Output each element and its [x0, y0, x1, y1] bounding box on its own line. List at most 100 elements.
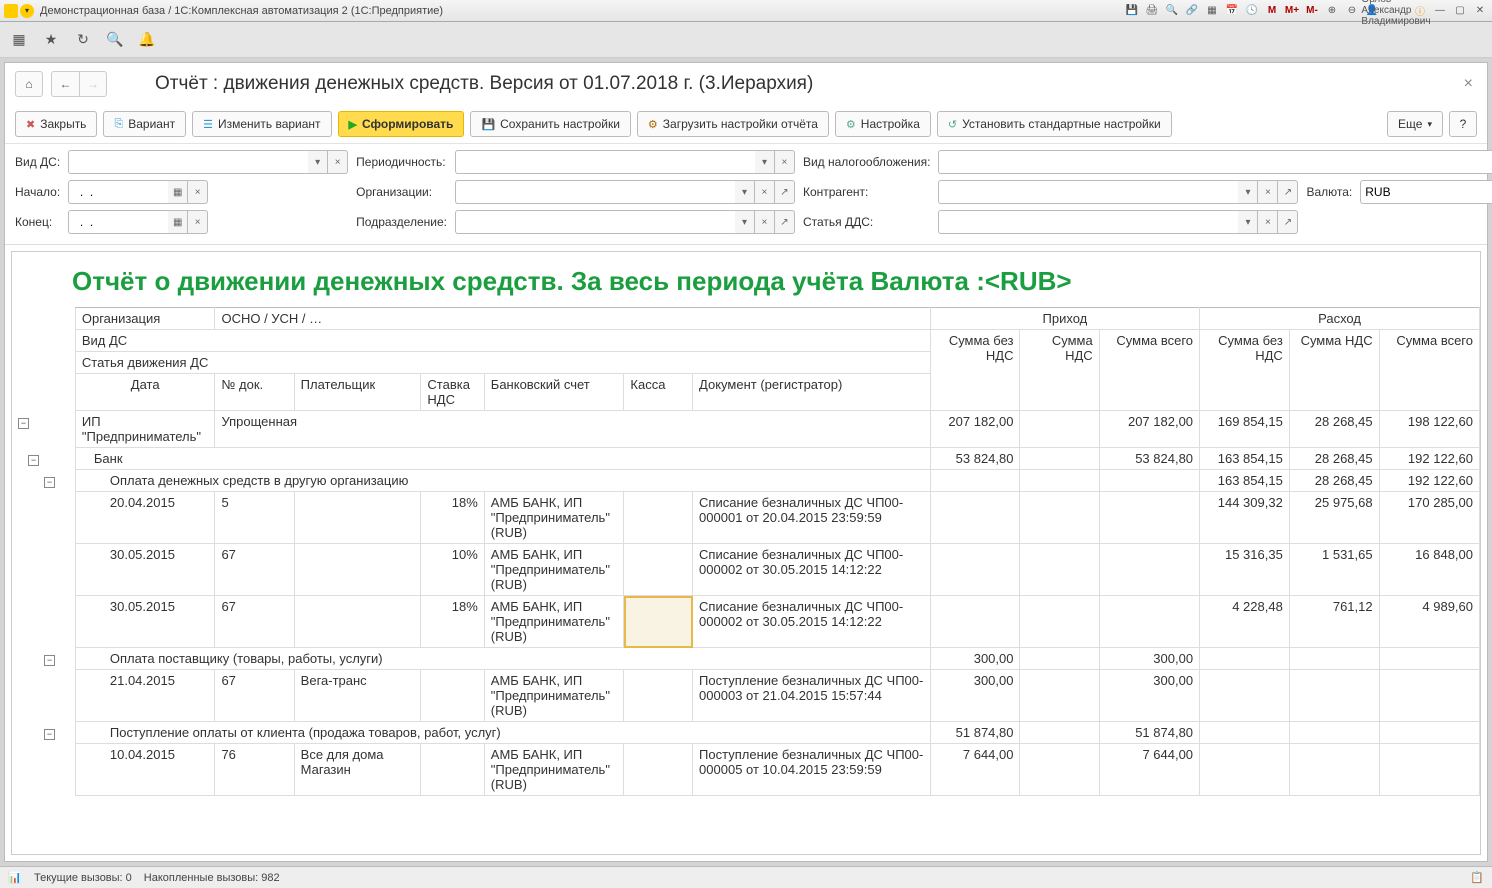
table-row[interactable]: 10.04.201576Все для дома Магазин АМБ БАН…: [12, 744, 1480, 796]
vid-ds-input[interactable]: [68, 150, 308, 174]
star-icon[interactable]: ★: [42, 31, 60, 49]
table-row[interactable]: 30.05.20156718% АМБ БАНК, ИП "Предприним…: [12, 596, 1480, 648]
division-open[interactable]: ↗: [775, 210, 795, 234]
link-icon[interactable]: 🔗: [1184, 3, 1200, 19]
title-dropdown-icon[interactable]: ▾: [20, 4, 34, 18]
table-row[interactable]: − Банк 53 824,8053 824,80 163 854,1528 2…: [12, 448, 1480, 470]
m-plus-icon[interactable]: M+: [1284, 3, 1300, 19]
table-row[interactable]: − Оплата поставщику (товары, работы, усл…: [12, 648, 1480, 670]
col-ex-novat: Сумма без НДС: [1200, 330, 1290, 411]
m-minus-icon[interactable]: M-: [1304, 3, 1320, 19]
forward-button[interactable]: →: [79, 71, 107, 97]
print-icon[interactable]: 🖨: [1144, 3, 1160, 19]
tree-toggle[interactable]: −: [44, 477, 55, 488]
tree-toggle[interactable]: −: [28, 455, 39, 466]
col-in-vat: Сумма НДС: [1020, 330, 1099, 411]
vid-ds-clear[interactable]: ×: [328, 150, 348, 174]
home-button[interactable]: ⌂: [15, 71, 43, 97]
contragent-input[interactable]: [938, 180, 1238, 204]
tree-toggle[interactable]: −: [44, 655, 55, 666]
app-icon: [4, 4, 18, 18]
variant-label: Вариант: [128, 117, 175, 131]
contragent-open[interactable]: ↗: [1278, 180, 1298, 204]
org-input[interactable]: [455, 180, 735, 204]
minimize-icon[interactable]: —: [1432, 3, 1448, 19]
status-right-icon[interactable]: 📋: [1470, 871, 1484, 885]
division-dropdown[interactable]: ▾: [735, 210, 755, 234]
save-settings-button[interactable]: 💾Сохранить настройки: [470, 111, 630, 137]
period-clear[interactable]: ×: [775, 150, 795, 174]
gear-icon: ⚙: [846, 118, 856, 131]
close-button[interactable]: ✖Закрыть: [15, 111, 97, 137]
currency-input[interactable]: [1360, 180, 1492, 204]
nav-bar: ⌂ ← → Отчёт : движения денежных средств.…: [5, 63, 1487, 105]
edit-variant-button[interactable]: ☰Изменить вариант: [192, 111, 331, 137]
maximize-icon[interactable]: ▢: [1452, 3, 1468, 19]
dds-dropdown[interactable]: ▾: [1238, 210, 1258, 234]
generate-button[interactable]: ▶Сформировать: [338, 111, 465, 137]
vid-ds-dropdown[interactable]: ▾: [308, 150, 328, 174]
col-vat-rate: Ставка НДС: [421, 374, 484, 411]
division-input[interactable]: [455, 210, 735, 234]
tax-input[interactable]: [938, 150, 1492, 174]
end-clear[interactable]: ×: [188, 210, 208, 234]
contragent-clear[interactable]: ×: [1258, 180, 1278, 204]
preview-icon[interactable]: 🔍: [1164, 3, 1180, 19]
clock-icon[interactable]: 🕓: [1244, 3, 1260, 19]
save-settings-label: Сохранить настройки: [500, 117, 620, 131]
org-open[interactable]: ↗: [775, 180, 795, 204]
dds-input[interactable]: [938, 210, 1238, 234]
back-button[interactable]: ←: [51, 71, 79, 97]
zoom-out-icon[interactable]: ⊖: [1344, 3, 1360, 19]
start-input[interactable]: [68, 180, 168, 204]
x-icon: ✖: [26, 118, 35, 131]
period-dropdown[interactable]: ▾: [755, 150, 775, 174]
col-ex-vat: Сумма НДС: [1289, 330, 1379, 411]
table-row[interactable]: 30.05.20156710% АМБ БАНК, ИП "Предприним…: [12, 544, 1480, 596]
search-icon[interactable]: 🔍: [106, 31, 124, 49]
start-calendar-icon[interactable]: ▦: [168, 180, 188, 204]
dds-open[interactable]: ↗: [1278, 210, 1298, 234]
status-accum: Накопленные вызовы: 982: [144, 872, 280, 884]
contragent-dropdown[interactable]: ▾: [1238, 180, 1258, 204]
system-icons: 💾 🖨 🔍 🔗 ▦ 📅 🕓 M M+ M- ⊕ ⊖ 👤 Орлов Алекса…: [1124, 3, 1488, 19]
start-clear[interactable]: ×: [188, 180, 208, 204]
variant-button[interactable]: ⎘Вариант: [103, 111, 186, 137]
info-icon[interactable]: ⓘ: [1412, 3, 1428, 19]
more-button[interactable]: Еще ▾: [1387, 111, 1443, 137]
calc-icon[interactable]: ▦: [1204, 3, 1220, 19]
default-settings-button[interactable]: ↺Установить стандартные настройки: [937, 111, 1172, 137]
table-row[interactable]: − ИП "Предприниматель" Упрощенная 207 18…: [12, 411, 1480, 448]
org-clear[interactable]: ×: [755, 180, 775, 204]
zoom-in-icon[interactable]: ⊕: [1324, 3, 1340, 19]
table-row[interactable]: − Оплата денежных средств в другую орган…: [12, 470, 1480, 492]
bell-icon[interactable]: 🔔: [138, 31, 156, 49]
save-icon[interactable]: 💾: [1124, 3, 1140, 19]
load-settings-button[interactable]: ⚙Загрузить настройки отчёта: [637, 111, 829, 137]
division-label: Подразделение:: [356, 215, 447, 229]
close-window-icon[interactable]: ✕: [1472, 3, 1488, 19]
m-icon[interactable]: M: [1264, 3, 1280, 19]
division-clear[interactable]: ×: [755, 210, 775, 234]
tree-toggle[interactable]: −: [18, 418, 29, 429]
col-in-total: Сумма всего: [1099, 330, 1199, 411]
org-dropdown[interactable]: ▾: [735, 180, 755, 204]
currency-label: Валюта:: [1306, 185, 1352, 199]
close-tab-icon[interactable]: ×: [1460, 71, 1477, 97]
table-row[interactable]: − Поступление оплаты от клиента (продажа…: [12, 722, 1480, 744]
table-row[interactable]: 20.04.2015518% АМБ БАНК, ИП "Предпринима…: [12, 492, 1480, 544]
tree-toggle[interactable]: −: [44, 729, 55, 740]
end-calendar-icon[interactable]: ▦: [168, 210, 188, 234]
settings-button[interactable]: ⚙Настройка: [835, 111, 931, 137]
end-input[interactable]: [68, 210, 168, 234]
dds-clear[interactable]: ×: [1258, 210, 1278, 234]
history-icon[interactable]: ↻: [74, 31, 92, 49]
table-row[interactable]: 21.04.201567Вега-транс АМБ БАНК, ИП "Пре…: [12, 670, 1480, 722]
calendar-icon[interactable]: 📅: [1224, 3, 1240, 19]
period-input[interactable]: [455, 150, 755, 174]
apps-icon[interactable]: ▦: [10, 31, 28, 49]
selected-cell[interactable]: [624, 596, 693, 648]
help-button[interactable]: ?: [1449, 111, 1477, 137]
status-bar: 📊 Текущие вызовы: 0 Накопленные вызовы: …: [0, 866, 1492, 888]
report-area[interactable]: Отчёт о движении денежных средств. За ве…: [11, 251, 1481, 855]
